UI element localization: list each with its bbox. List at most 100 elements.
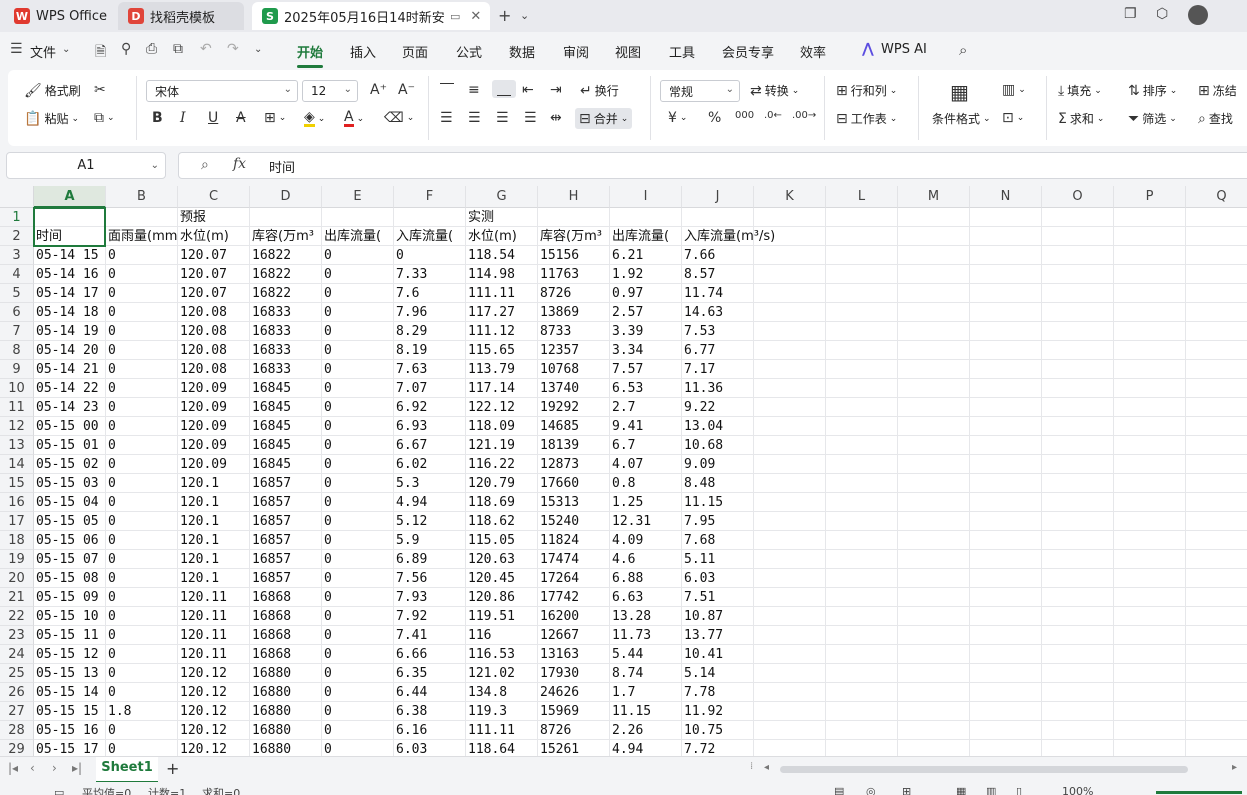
table-cell[interactable]: 16845 bbox=[250, 455, 291, 474]
table-cell[interactable]: 115.65 bbox=[466, 341, 515, 360]
table-cell[interactable]: 0 bbox=[322, 588, 332, 607]
menu-tab-page[interactable]: 页面 bbox=[402, 42, 428, 61]
table-cell[interactable]: 121.19 bbox=[466, 436, 515, 455]
table-cell[interactable]: 4.94 bbox=[610, 740, 643, 756]
table-cell[interactable]: 0 bbox=[106, 683, 116, 702]
conditional-format-icon[interactable]: ▦ bbox=[950, 80, 969, 104]
table-cell[interactable]: 9.22 bbox=[682, 398, 715, 417]
column-header-o[interactable]: O bbox=[1042, 186, 1114, 208]
convert-button[interactable]: ⇄ 转换 ⌄ bbox=[750, 82, 799, 99]
table-cell[interactable]: 0 bbox=[322, 702, 332, 721]
cube-icon[interactable]: ⬡ bbox=[1156, 6, 1168, 22]
add-sheet-icon[interactable]: + bbox=[166, 759, 179, 778]
table-cell[interactable]: 16857 bbox=[250, 550, 291, 569]
table-cell[interactable]: 8733 bbox=[538, 322, 571, 341]
table-cell[interactable]: 15240 bbox=[538, 512, 579, 531]
table-cell[interactable]: 7.56 bbox=[394, 569, 427, 588]
table-cell[interactable]: 0 bbox=[106, 512, 116, 531]
close-tab-icon[interactable]: ✕ bbox=[470, 9, 481, 24]
table-cell[interactable]: 111.11 bbox=[466, 721, 515, 740]
table-cell[interactable]: 17742 bbox=[538, 588, 579, 607]
row-header-28[interactable]: 28 bbox=[0, 721, 34, 740]
table-cell[interactable]: 水位(m) bbox=[466, 227, 517, 246]
table-cell[interactable]: 13869 bbox=[538, 303, 579, 322]
table-cell[interactable]: 1.25 bbox=[610, 493, 643, 512]
table-cell[interactable]: 0 bbox=[106, 265, 116, 284]
table-cell[interactable]: 0 bbox=[106, 550, 116, 569]
table-cell[interactable]: 05-15 00 bbox=[34, 417, 99, 436]
table-cell[interactable]: 120.11 bbox=[178, 607, 227, 626]
table-cell[interactable]: 6.38 bbox=[394, 702, 427, 721]
table-cell[interactable]: 7.66 bbox=[682, 246, 715, 265]
table-cell[interactable]: 120.09 bbox=[178, 436, 227, 455]
table-cell[interactable]: 出库流量( bbox=[322, 227, 381, 246]
eye-protect-icon[interactable]: ◎ bbox=[866, 785, 876, 795]
table-cell[interactable]: 0 bbox=[322, 341, 332, 360]
table-cell[interactable]: 6.67 bbox=[394, 436, 427, 455]
table-cell[interactable]: 0.8 bbox=[610, 474, 635, 493]
table-cell[interactable]: 4.94 bbox=[394, 493, 427, 512]
table-cell[interactable]: 6.89 bbox=[394, 550, 427, 569]
increase-decimal-button[interactable]: .0← bbox=[764, 110, 782, 121]
table-cell[interactable]: 12667 bbox=[538, 626, 579, 645]
row-header-6[interactable]: 6 bbox=[0, 303, 34, 322]
table-cell[interactable]: 0 bbox=[106, 455, 116, 474]
table-cell[interactable]: 16833 bbox=[250, 360, 291, 379]
table-cell[interactable]: 库容(万m³ bbox=[538, 227, 602, 246]
table-cell[interactable]: 05-15 16 bbox=[34, 721, 99, 740]
table-cell[interactable]: 9.41 bbox=[610, 417, 643, 436]
table-cell[interactable]: 120.11 bbox=[178, 645, 227, 664]
table-cell[interactable]: 1.7 bbox=[610, 683, 635, 702]
table-cell[interactable]: 7.92 bbox=[394, 607, 427, 626]
menu-tab-data[interactable]: 数据 bbox=[509, 42, 535, 61]
sum-button[interactable]: Σ 求和 ⌄ bbox=[1058, 110, 1104, 127]
copy-button[interactable]: ⧉ ⌄ bbox=[94, 110, 115, 126]
table-cell[interactable]: 113.79 bbox=[466, 360, 515, 379]
align-bottom-button[interactable]: ⎽ bbox=[492, 80, 516, 98]
table-cell[interactable]: 6.03 bbox=[682, 569, 715, 588]
table-cell[interactable]: 10.87 bbox=[682, 607, 723, 626]
formula-input[interactable]: ⌕ fx 时间 bbox=[178, 152, 1247, 179]
table-cell[interactable]: 2.26 bbox=[610, 721, 643, 740]
table-cell[interactable]: 120.09 bbox=[178, 455, 227, 474]
row-header-5[interactable]: 5 bbox=[0, 284, 34, 303]
table-cell[interactable]: 117.27 bbox=[466, 303, 515, 322]
table-cell[interactable]: 0 bbox=[106, 436, 116, 455]
table-cell[interactable]: 11.74 bbox=[682, 284, 723, 303]
decrease-indent-button[interactable]: ⇤ bbox=[522, 82, 534, 98]
table-cell[interactable]: 0 bbox=[322, 740, 332, 756]
table-cell[interactable]: 16880 bbox=[250, 740, 291, 756]
horizontal-scrollbar[interactable] bbox=[780, 766, 1188, 773]
row-header-10[interactable]: 10 bbox=[0, 379, 34, 398]
row-header-19[interactable]: 19 bbox=[0, 550, 34, 569]
table-cell[interactable]: 05-14 17 bbox=[34, 284, 99, 303]
percent-button[interactable]: % bbox=[708, 110, 721, 126]
table-cell[interactable]: 出库流量( bbox=[610, 227, 669, 246]
table-cell[interactable]: 6.88 bbox=[610, 569, 643, 588]
table-cell[interactable]: 11824 bbox=[538, 531, 579, 550]
column-header-h[interactable]: H bbox=[538, 186, 610, 208]
table-cell[interactable]: 预报 bbox=[178, 208, 206, 227]
table-cell[interactable]: 16857 bbox=[250, 493, 291, 512]
table-cell[interactable]: 0 bbox=[106, 664, 116, 683]
table-cell[interactable]: 13.77 bbox=[682, 626, 723, 645]
table-cell[interactable]: 16857 bbox=[250, 474, 291, 493]
column-header-b[interactable]: B bbox=[106, 186, 178, 208]
table-cell[interactable]: 0 bbox=[322, 360, 332, 379]
table-cell[interactable]: 14.63 bbox=[682, 303, 723, 322]
row-header-4[interactable]: 4 bbox=[0, 265, 34, 284]
font-color-button[interactable]: A ⌄ bbox=[344, 110, 364, 127]
table-cell[interactable]: 0 bbox=[322, 721, 332, 740]
table-cell[interactable]: 0 bbox=[322, 246, 332, 265]
table-cell[interactable]: 0 bbox=[106, 645, 116, 664]
table-cell[interactable]: 12873 bbox=[538, 455, 579, 474]
table-cell[interactable]: 8.74 bbox=[610, 664, 643, 683]
zoom-slider[interactable] bbox=[1156, 791, 1242, 794]
format-painter-button[interactable]: 🖌 格式刷 bbox=[24, 82, 81, 99]
table-cell[interactable]: 0 bbox=[322, 683, 332, 702]
table-cell[interactable]: 0 bbox=[106, 493, 116, 512]
table-cell[interactable]: 120.08 bbox=[178, 360, 227, 379]
table-cell[interactable]: 3.34 bbox=[610, 341, 643, 360]
page-break-view-icon[interactable]: ▥ bbox=[986, 785, 996, 795]
underline-button[interactable]: U bbox=[208, 110, 218, 126]
